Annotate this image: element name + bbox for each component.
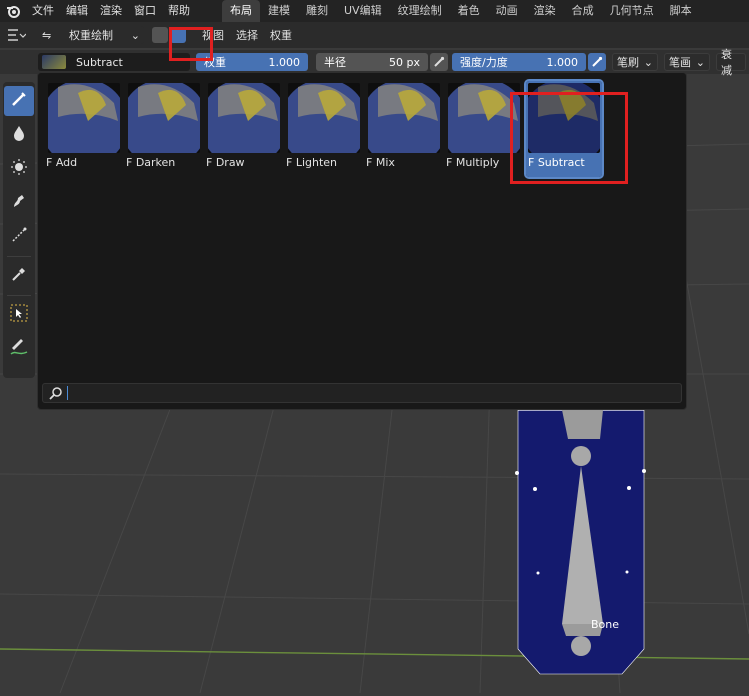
mode-label: 权重绘制: [69, 29, 113, 42]
chevron-down-icon: ⌄: [695, 55, 705, 69]
stroke-dropdown-label: 笔画: [669, 56, 691, 69]
brush-label: F Add: [46, 156, 78, 169]
brush-dropdown-label: 笔刷: [617, 56, 639, 69]
tab-layout[interactable]: 布局: [222, 0, 260, 22]
menu-file[interactable]: 文件: [26, 0, 60, 22]
select-box-tool[interactable]: [4, 300, 34, 330]
sample-weight-icon: [10, 192, 28, 214]
brush-label: F Multiply: [446, 156, 500, 169]
brush-item-f-darken[interactable]: F Darken: [126, 81, 202, 177]
toolbar-divider: [7, 256, 31, 257]
smear-tool[interactable]: [4, 188, 34, 218]
menu-render[interactable]: 渲染: [94, 0, 128, 22]
tab-rendering[interactable]: 渲染: [526, 0, 564, 22]
brush-item-f-lighten[interactable]: F Lighten: [286, 81, 362, 177]
radius-pressure-icon[interactable]: [430, 53, 448, 71]
gradient-icon: [10, 226, 28, 248]
face-mask-toggle[interactable]: [152, 27, 168, 43]
brush-preview: [288, 83, 360, 153]
search-icon: [49, 386, 63, 400]
radius-label: 半径: [324, 56, 346, 69]
falloff-dropdown[interactable]: 衰减: [716, 48, 746, 77]
brush-name: Subtract: [76, 55, 123, 69]
brush-label: F Lighten: [286, 156, 338, 169]
drop-icon: [12, 124, 26, 146]
highlight-box-mask-toggle: [169, 27, 213, 61]
annotate-icon: [9, 337, 29, 361]
workspace-tabs: 布局 建模 雕刻 UV编辑 纹理绘制 着色 动画 渲染 合成 几何节点 脚本: [222, 0, 700, 22]
mode-dropdown[interactable]: ⇋ 权重绘制 ⌄: [38, 26, 144, 44]
stroke-dropdown[interactable]: 笔画 ⌄: [664, 53, 710, 71]
brush-preview: [48, 83, 120, 153]
bone-label: Bone: [591, 618, 620, 631]
tab-scripting[interactable]: 脚本: [662, 0, 700, 22]
highlight-box-selected-brush: [510, 92, 628, 184]
strength-pressure-icon[interactable]: [588, 53, 606, 71]
brush-label: F Darken: [126, 156, 176, 169]
mode-icon: ⇋: [42, 28, 52, 42]
tab-shading[interactable]: 着色: [450, 0, 488, 22]
tab-animation[interactable]: 动画: [488, 0, 526, 22]
menu-edit[interactable]: 编辑: [60, 0, 94, 22]
search-input[interactable]: [74, 385, 681, 401]
menu-window[interactable]: 窗口: [128, 0, 162, 22]
brush-item-f-mix[interactable]: F Mix: [366, 81, 442, 177]
strength-value: 1.000: [546, 55, 579, 69]
tab-geometry-nodes[interactable]: 几何节点: [602, 0, 662, 22]
toolbar-divider: [7, 295, 31, 296]
tab-uv-editing[interactable]: UV编辑: [336, 0, 390, 22]
gradient-tool[interactable]: [4, 222, 34, 252]
main-menu: 文件 编辑 渲染 窗口 帮助: [26, 0, 196, 22]
brush-thumbnail: [42, 55, 66, 69]
blender-logo-icon[interactable]: [4, 2, 22, 20]
top-bar: 文件 编辑 渲染 窗口 帮助 布局 建模 雕刻 UV编辑 纹理绘制 着色 动画 …: [0, 0, 749, 22]
radius-slider[interactable]: 半径 50 px: [316, 53, 428, 71]
weight-value: 1.000: [268, 55, 301, 69]
chevron-down-icon: ⌄: [130, 28, 140, 42]
viewport-header: ⇋ 权重绘制 ⌄ 视图 选择 权重: [0, 22, 749, 48]
tool-shelf: [3, 82, 35, 378]
radius-value: 50 px: [389, 55, 420, 69]
menu-weights[interactable]: 权重: [264, 27, 298, 43]
tool-settings-bar: Subtract 权重 1.000 半径 50 px 强度/力度 1.000 笔…: [0, 48, 749, 77]
strength-label: 强度/力度: [460, 56, 508, 69]
menu-select[interactable]: 选择: [230, 27, 264, 43]
falloff-dropdown-label: 衰减: [721, 48, 732, 77]
tab-sculpting[interactable]: 雕刻: [298, 0, 336, 22]
annotate-tool[interactable]: [4, 334, 34, 364]
draw-tool[interactable]: [4, 86, 34, 116]
sample-weight-tool[interactable]: [4, 261, 34, 291]
strength-slider[interactable]: 强度/力度 1.000: [452, 53, 586, 71]
brush-item-f-add[interactable]: F Add: [46, 81, 122, 177]
chevron-down-icon: ⌄: [643, 55, 653, 69]
brush-preview: [128, 83, 200, 153]
brush-search-box[interactable]: [42, 383, 682, 403]
menu-help[interactable]: 帮助: [162, 0, 196, 22]
average-tool[interactable]: [4, 154, 34, 184]
brush-icon: [10, 90, 28, 112]
brush-preview: [368, 83, 440, 153]
brush-dropdown[interactable]: 笔刷 ⌄: [612, 53, 658, 71]
tab-texture-paint[interactable]: 纹理绘制: [390, 0, 450, 22]
tab-modeling[interactable]: 建模: [260, 0, 298, 22]
eyedropper-icon: [10, 265, 28, 287]
tab-compositing[interactable]: 合成: [564, 0, 602, 22]
text-caret: [67, 386, 68, 400]
brush-selector[interactable]: Subtract: [38, 53, 190, 71]
brush-label: F Draw: [206, 156, 245, 169]
select-box-icon: [9, 303, 29, 327]
blur-tool[interactable]: [4, 120, 34, 150]
brush-preview: [208, 83, 280, 153]
blur-icon: [10, 158, 28, 180]
editor-type-icon[interactable]: [6, 28, 30, 42]
brush-label: F Mix: [366, 156, 395, 169]
brush-item-f-draw[interactable]: F Draw: [206, 81, 282, 177]
